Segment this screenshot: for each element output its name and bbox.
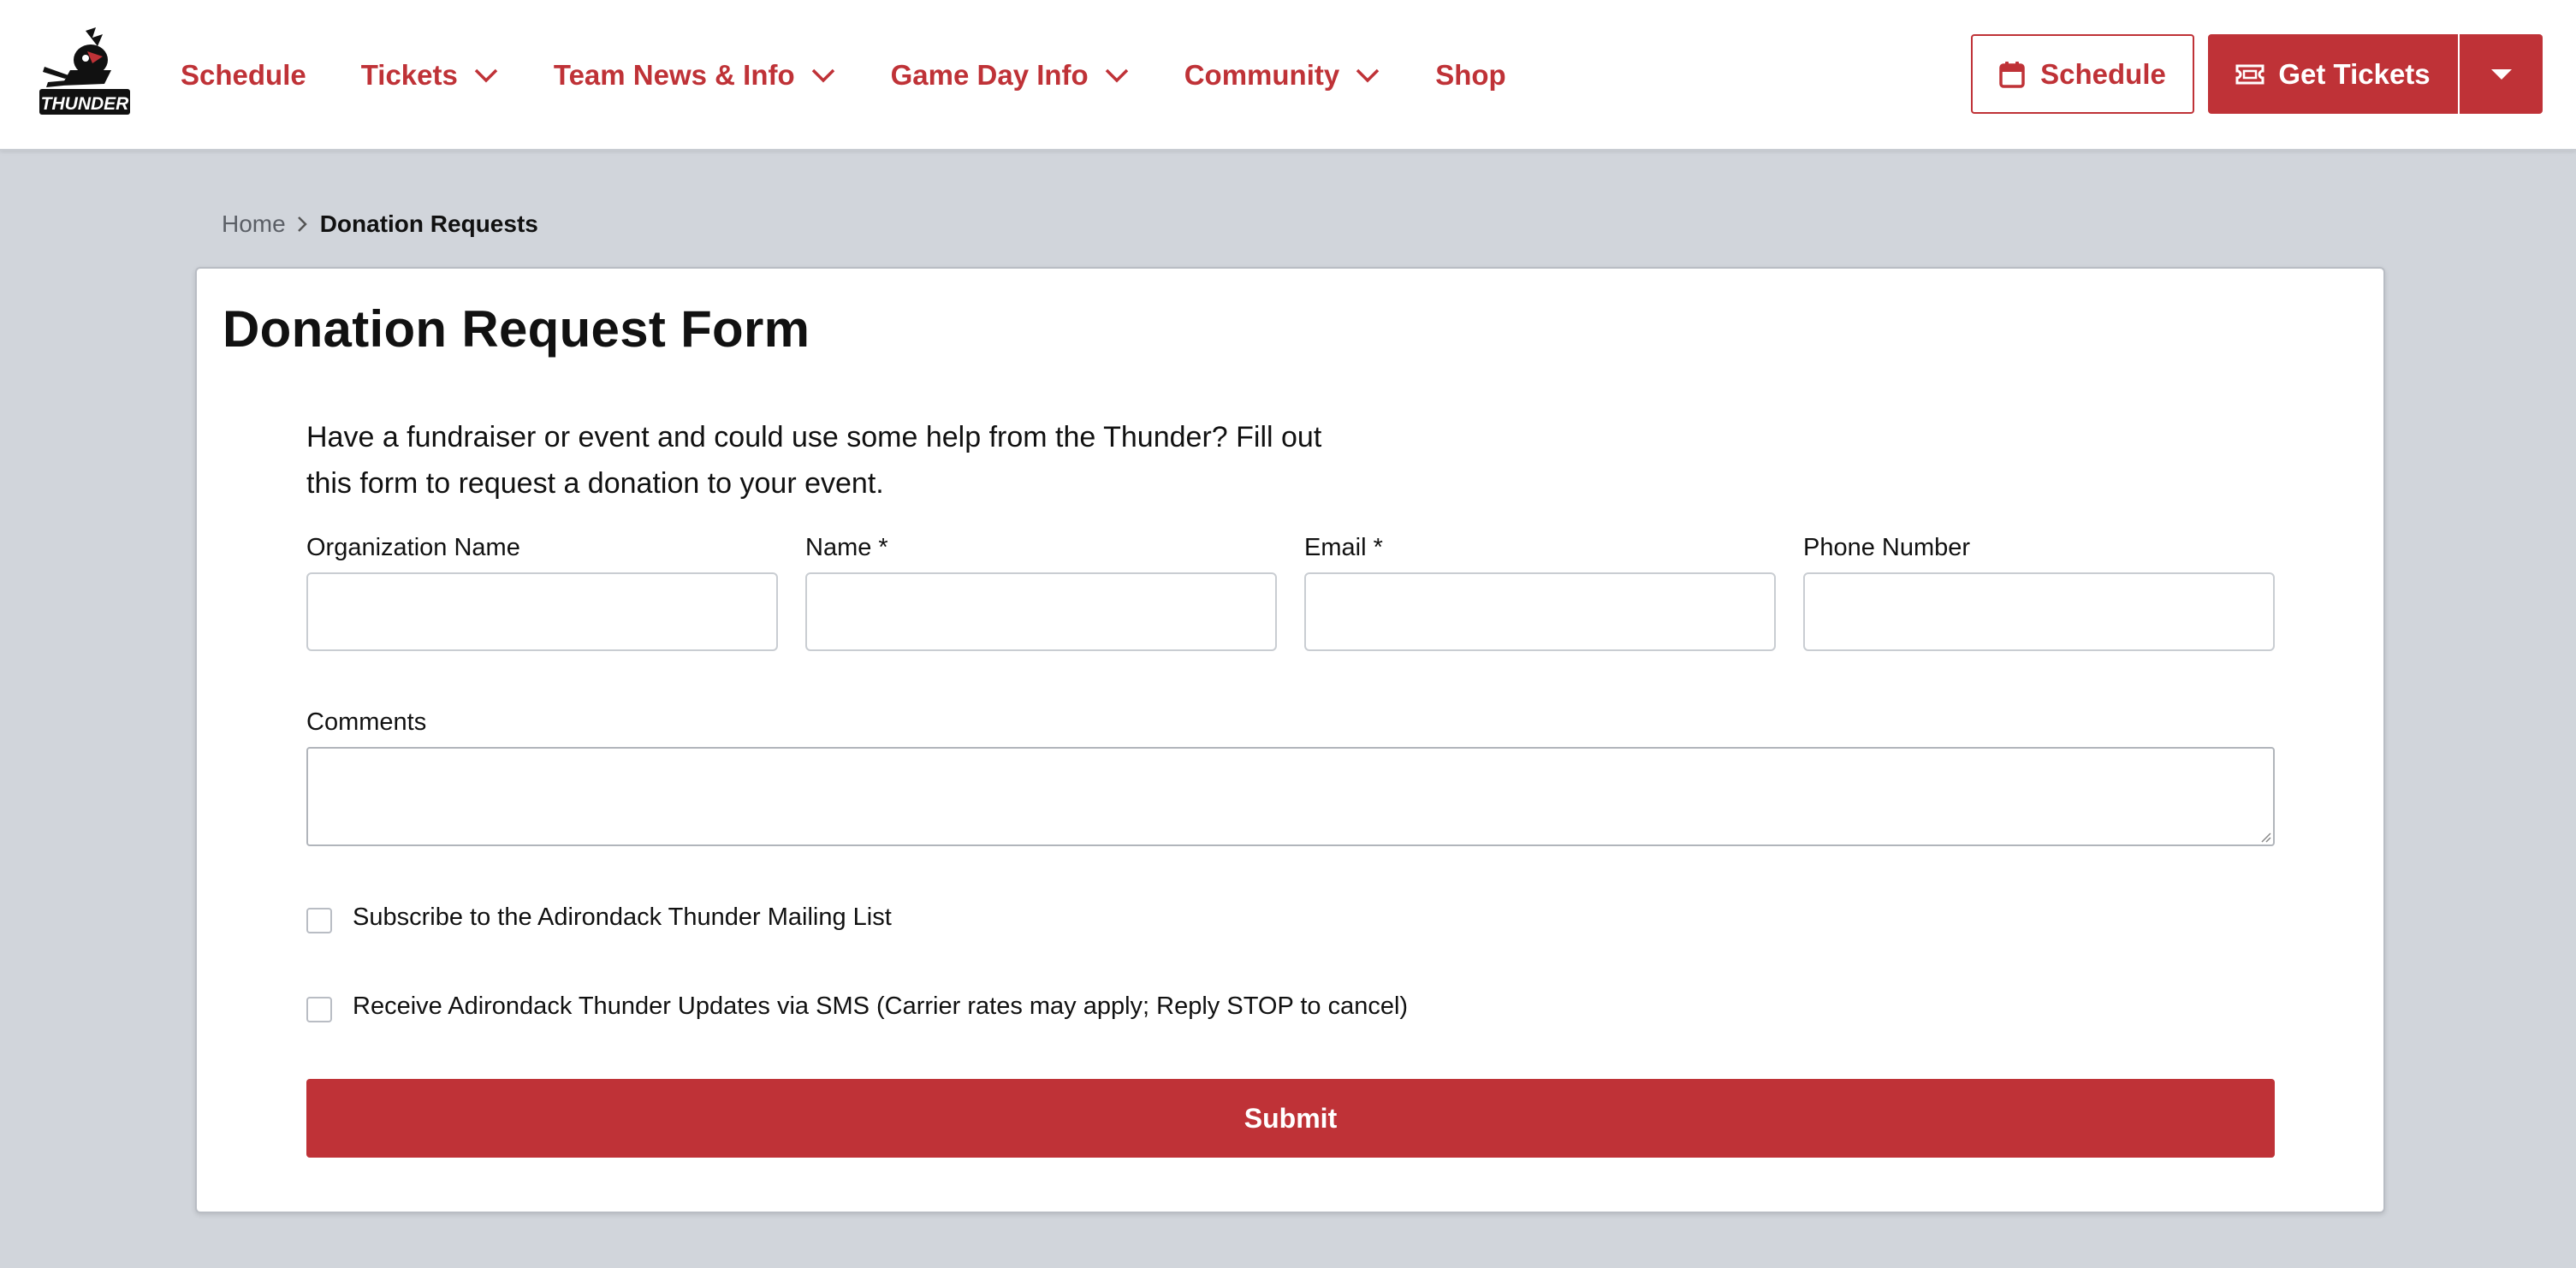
submit-button[interactable]: Submit — [306, 1079, 2275, 1158]
breadcrumb-home-link[interactable]: Home — [222, 210, 286, 238]
organization-name-input[interactable] — [306, 572, 778, 651]
nav-item-label: Tickets — [360, 59, 458, 91]
schedule-button[interactable]: Schedule — [1971, 34, 2194, 114]
nav-item-label: Community — [1184, 59, 1340, 91]
email-label: Email * — [1304, 534, 1383, 561]
get-tickets-label: Get Tickets — [2278, 57, 2431, 90]
phone-number-label: Phone Number — [1803, 534, 1971, 561]
nav-item-label: Shop — [1435, 59, 1506, 91]
chevron-down-icon — [474, 68, 498, 83]
svg-text:THUNDER: THUNDER — [41, 94, 129, 114]
organization-name-label: Organization Name — [306, 534, 520, 561]
donation-form-card: Donation Request Form Have a fundraiser … — [195, 267, 2385, 1213]
chevron-down-icon — [1356, 68, 1380, 83]
name-input[interactable] — [805, 572, 1277, 651]
ticket-icon — [2235, 64, 2264, 84]
schedule-button-label: Schedule — [2040, 57, 2166, 90]
breadcrumb-current: Donation Requests — [319, 210, 538, 237]
nav-item-community[interactable]: Community — [1184, 59, 1381, 92]
page-title: Donation Request Form — [223, 300, 810, 358]
sms-updates-checkbox[interactable] — [306, 997, 332, 1022]
nav-item-team-news[interactable]: Team News & Info — [554, 59, 836, 92]
name-label: Name * — [805, 534, 888, 561]
comments-label: Comments — [306, 708, 427, 736]
nav-item-label: Team News & Info — [553, 59, 795, 91]
site-header: THUNDER Schedule Tickets Team News & Inf… — [0, 0, 2576, 151]
submit-button-label: Submit — [1243, 1102, 1338, 1134]
mailing-list-label[interactable]: Subscribe to the Adirondack Thunder Mail… — [353, 904, 892, 932]
nav-item-tickets[interactable]: Tickets — [361, 59, 499, 92]
email-input[interactable] — [1304, 572, 1776, 651]
sms-updates-label[interactable]: Receive Adirondack Thunder Updates via S… — [353, 992, 1408, 1021]
main-nav: Schedule Tickets Team News & Info Game D… — [181, 0, 1561, 151]
chevron-down-icon — [1105, 68, 1128, 83]
chevron-down-icon — [811, 68, 834, 83]
resize-handle-icon[interactable] — [2259, 831, 2271, 843]
intro-line: this form to request a donation to your … — [306, 467, 884, 500]
intro-line: Have a fundraiser or event and could use… — [306, 421, 1322, 453]
nav-item-label: Game Day Info — [890, 59, 1089, 91]
get-tickets-button[interactable]: Get Tickets — [2208, 34, 2458, 114]
thunder-logo[interactable]: THUNDER — [36, 26, 134, 118]
comments-textarea[interactable] — [306, 747, 2275, 846]
nav-item-shop[interactable]: Shop — [1435, 59, 1505, 92]
calendar-icon — [1999, 61, 2025, 88]
chevron-right-icon — [297, 216, 307, 232]
caret-down-icon — [2490, 68, 2512, 80]
nav-item-game-day-info[interactable]: Game Day Info — [891, 59, 1130, 92]
mailing-list-checkbox[interactable] — [306, 908, 332, 933]
nav-item-schedule[interactable]: Schedule — [181, 59, 306, 92]
breadcrumb: Home Donation Requests — [222, 209, 538, 240]
phone-number-input[interactable] — [1803, 572, 2275, 651]
tickets-dropdown-button[interactable] — [2460, 34, 2543, 114]
nav-item-label: Schedule — [181, 59, 306, 91]
form-intro: Have a fundraiser or event and could use… — [306, 414, 1419, 507]
